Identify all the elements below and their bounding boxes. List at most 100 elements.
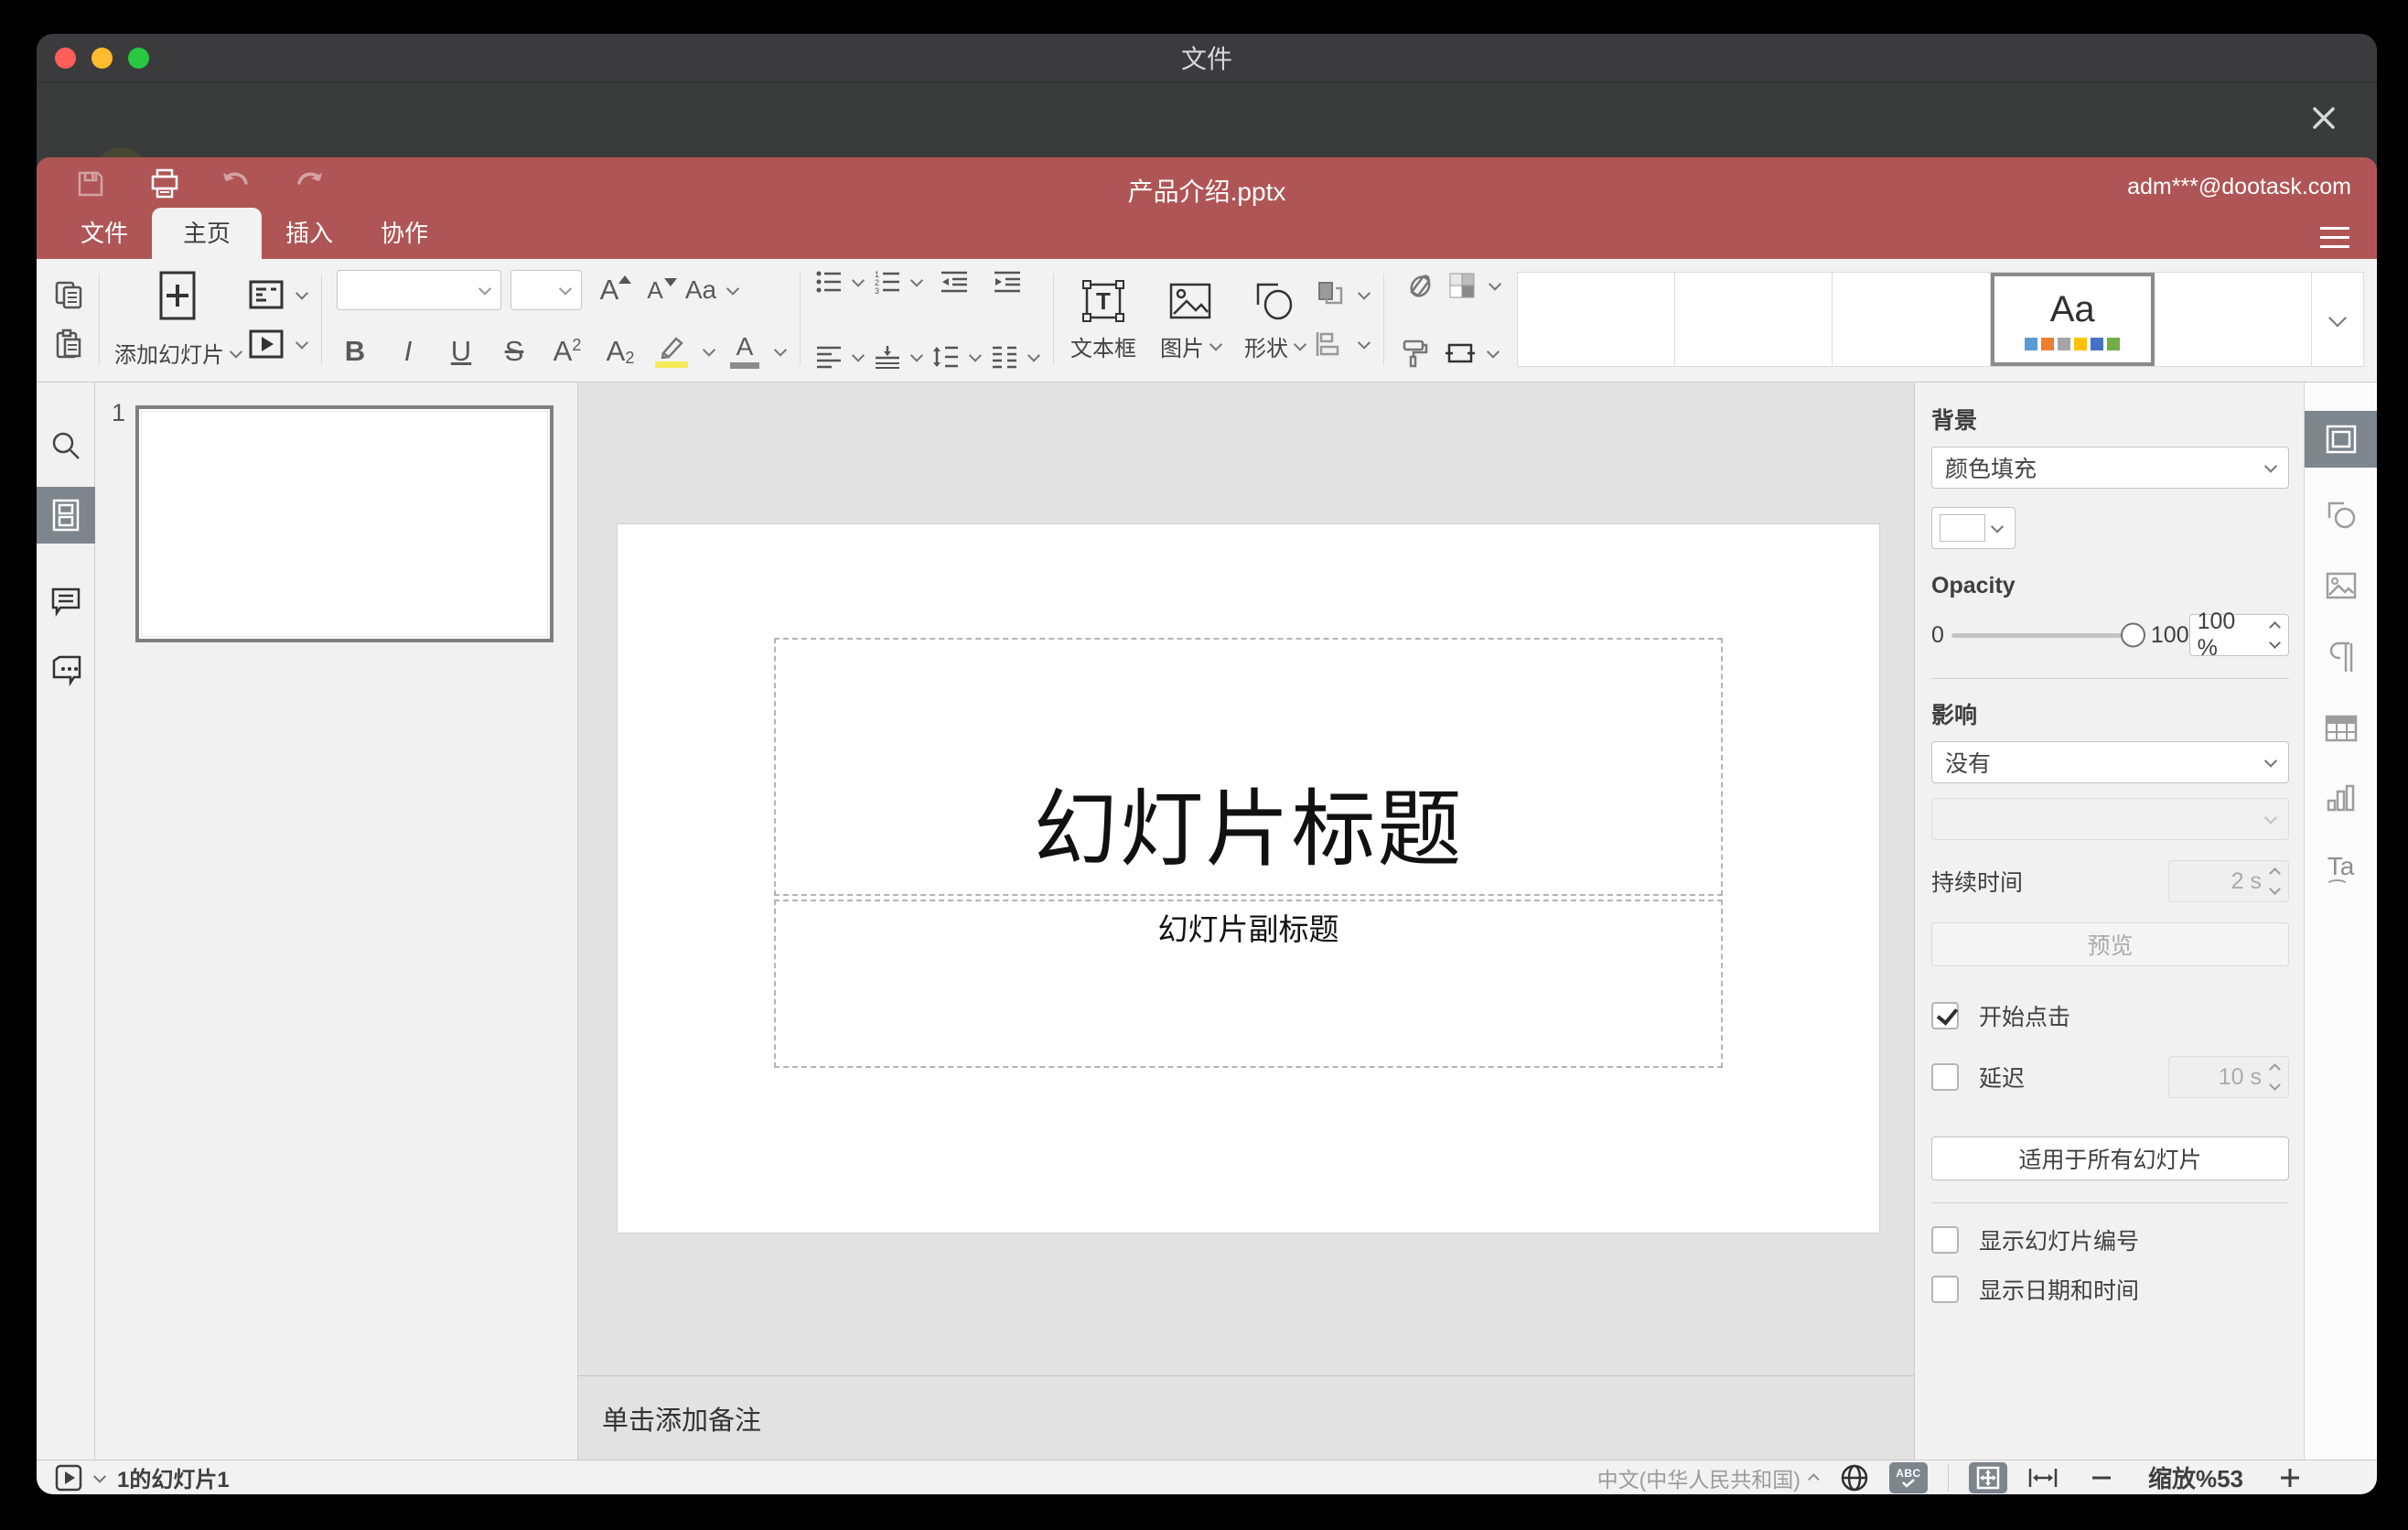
decrease-indent-button[interactable] [940,270,969,294]
numbering-button[interactable]: 123 [874,270,901,294]
menu-button[interactable] [2320,227,2349,248]
chat-panel-button[interactable] [37,642,95,699]
bold-button[interactable]: B [337,335,373,368]
chat-icon [52,655,81,686]
spellcheck-button[interactable]: ABC [1888,1461,1928,1493]
tab-collaboration[interactable]: 协作 [357,208,452,259]
italic-button[interactable]: I [390,335,426,368]
notes-area[interactable]: 单击添加备注 [578,1375,1914,1460]
slide[interactable]: 幻灯片标题 幻灯片副标题 [618,524,1879,1233]
font-decrease-button[interactable]: A [637,276,677,305]
show-date-checkbox[interactable] [1931,1276,1959,1303]
insert-image-button[interactable]: 图片 [1160,277,1223,362]
subscript-button[interactable]: A2 [602,335,639,368]
fill-type-select[interactable]: 颜色填充 [1931,447,2289,489]
line-spacing-button[interactable] [932,345,960,369]
theme-tile-selected[interactable]: Aa [1990,273,2155,366]
align-shapes-button[interactable] [1314,329,1347,360]
change-case-button[interactable]: Aa [683,275,719,305]
textart-settings-button[interactable]: Ta [2305,839,2378,896]
table-settings-button[interactable] [2305,700,2378,757]
title-placeholder[interactable]: 幻灯片标题 [774,638,1723,896]
duration-input[interactable]: 2 s [2168,860,2289,902]
copy-button[interactable] [53,279,84,310]
close-dialog-button[interactable] [2307,102,2340,135]
spinner-arrows[interactable] [2269,621,2281,649]
clear-style-button[interactable] [1399,272,1432,299]
slide-settings-button[interactable] [2304,411,2377,468]
strikethrough-button[interactable]: S [496,335,532,368]
fit-to-slide-button[interactable] [1968,1461,2007,1493]
spellcheck-icon: ABC [1896,1468,1921,1488]
show-slide-number-checkbox[interactable] [1931,1226,1959,1254]
print-button[interactable] [148,167,181,200]
increase-indent-button[interactable] [993,270,1022,294]
bullets-icon [816,271,841,293]
tab-home[interactable]: 主页 [152,208,263,259]
redo-button[interactable] [293,170,326,198]
zoom-out-button[interactable] [2090,1466,2113,1490]
paragraph-settings-button[interactable] [2305,629,2378,685]
start-on-click-checkbox[interactable] [1931,1002,1959,1029]
columns-button[interactable] [991,345,1018,369]
zoom-in-button[interactable] [2278,1466,2302,1490]
align-left-icon [817,346,841,369]
delay-checkbox[interactable] [1931,1063,1959,1091]
document-language-button[interactable] [1840,1463,1869,1492]
language-select[interactable]: 中文(中华人民共和国) [1597,1462,1820,1493]
theme-tile[interactable] [1833,273,1991,366]
horizontal-align-button[interactable] [815,345,843,369]
opacity-input[interactable]: 100 % [2188,609,2289,661]
slide-layout-button[interactable] [248,279,285,310]
add-slide-label[interactable]: 添加幻灯片 [114,337,243,369]
opacity-slider-handle[interactable] [2120,622,2145,648]
vertical-align-button[interactable] [874,345,901,369]
theme-tile[interactable] [2154,273,2313,366]
fit-to-width-button[interactable] [2027,1466,2059,1490]
font-color-button[interactable]: A [730,334,759,369]
chart-settings-button[interactable] [2305,770,2378,826]
table-icon [2325,715,2357,742]
superscript-button[interactable]: A2 [549,335,586,368]
paste-button[interactable] [53,329,84,360]
comments-panel-button[interactable] [37,573,95,630]
image-settings-button[interactable] [2305,557,2378,614]
font-name-combo[interactable] [337,270,501,310]
slideshow-options-chevron[interactable] [92,1470,107,1483]
opacity-slider[interactable] [1951,622,2145,648]
apply-to-all-button[interactable]: 适用于所有幻灯片 [1931,1137,2289,1180]
slides-panel-button[interactable] [37,487,95,544]
start-slideshow-status-button[interactable] [55,1464,82,1492]
delay-input[interactable]: 10 s [2168,1056,2289,1098]
search-button[interactable] [37,417,95,474]
subtitle-placeholder[interactable]: 幻灯片副标题 [774,900,1723,1068]
slide-size-button[interactable] [1445,338,1476,369]
effect-label: 影响 [1931,703,1978,728]
insert-textbox-button[interactable]: T 文本框 [1070,277,1136,362]
line-spacing-icon [933,346,958,368]
copy-style-button[interactable] [1399,338,1430,369]
fill-color-button[interactable] [1446,270,1478,301]
theme-tile[interactable] [1518,273,1676,366]
underline-button[interactable]: U [443,335,479,368]
add-slide-button[interactable] [157,270,198,321]
background-color-picker[interactable] [1931,507,2016,549]
bullets-button[interactable] [815,270,843,294]
tab-file[interactable]: 文件 [57,208,152,259]
tab-insert[interactable]: 插入 [262,208,357,259]
effect-select[interactable]: 没有 [1931,741,2289,783]
insert-shape-button[interactable]: 形状 [1244,277,1307,362]
theme-gallery-expand-button[interactable] [2312,273,2364,366]
save-button[interactable] [75,168,106,199]
font-increase-button[interactable]: A [591,274,631,307]
start-slideshow-button[interactable] [248,329,285,360]
slide-thumbnail[interactable] [135,405,554,642]
undo-button[interactable] [220,170,253,198]
arrange-button[interactable] [1314,279,1347,310]
font-size-combo[interactable] [511,270,582,310]
theme-tile[interactable] [1675,273,1833,366]
highlight-color-button[interactable] [655,335,688,368]
effect-type-select[interactable] [1931,798,2289,840]
shape-settings-button[interactable] [2305,486,2378,543]
preview-button[interactable]: 预览 [1931,922,2289,966]
